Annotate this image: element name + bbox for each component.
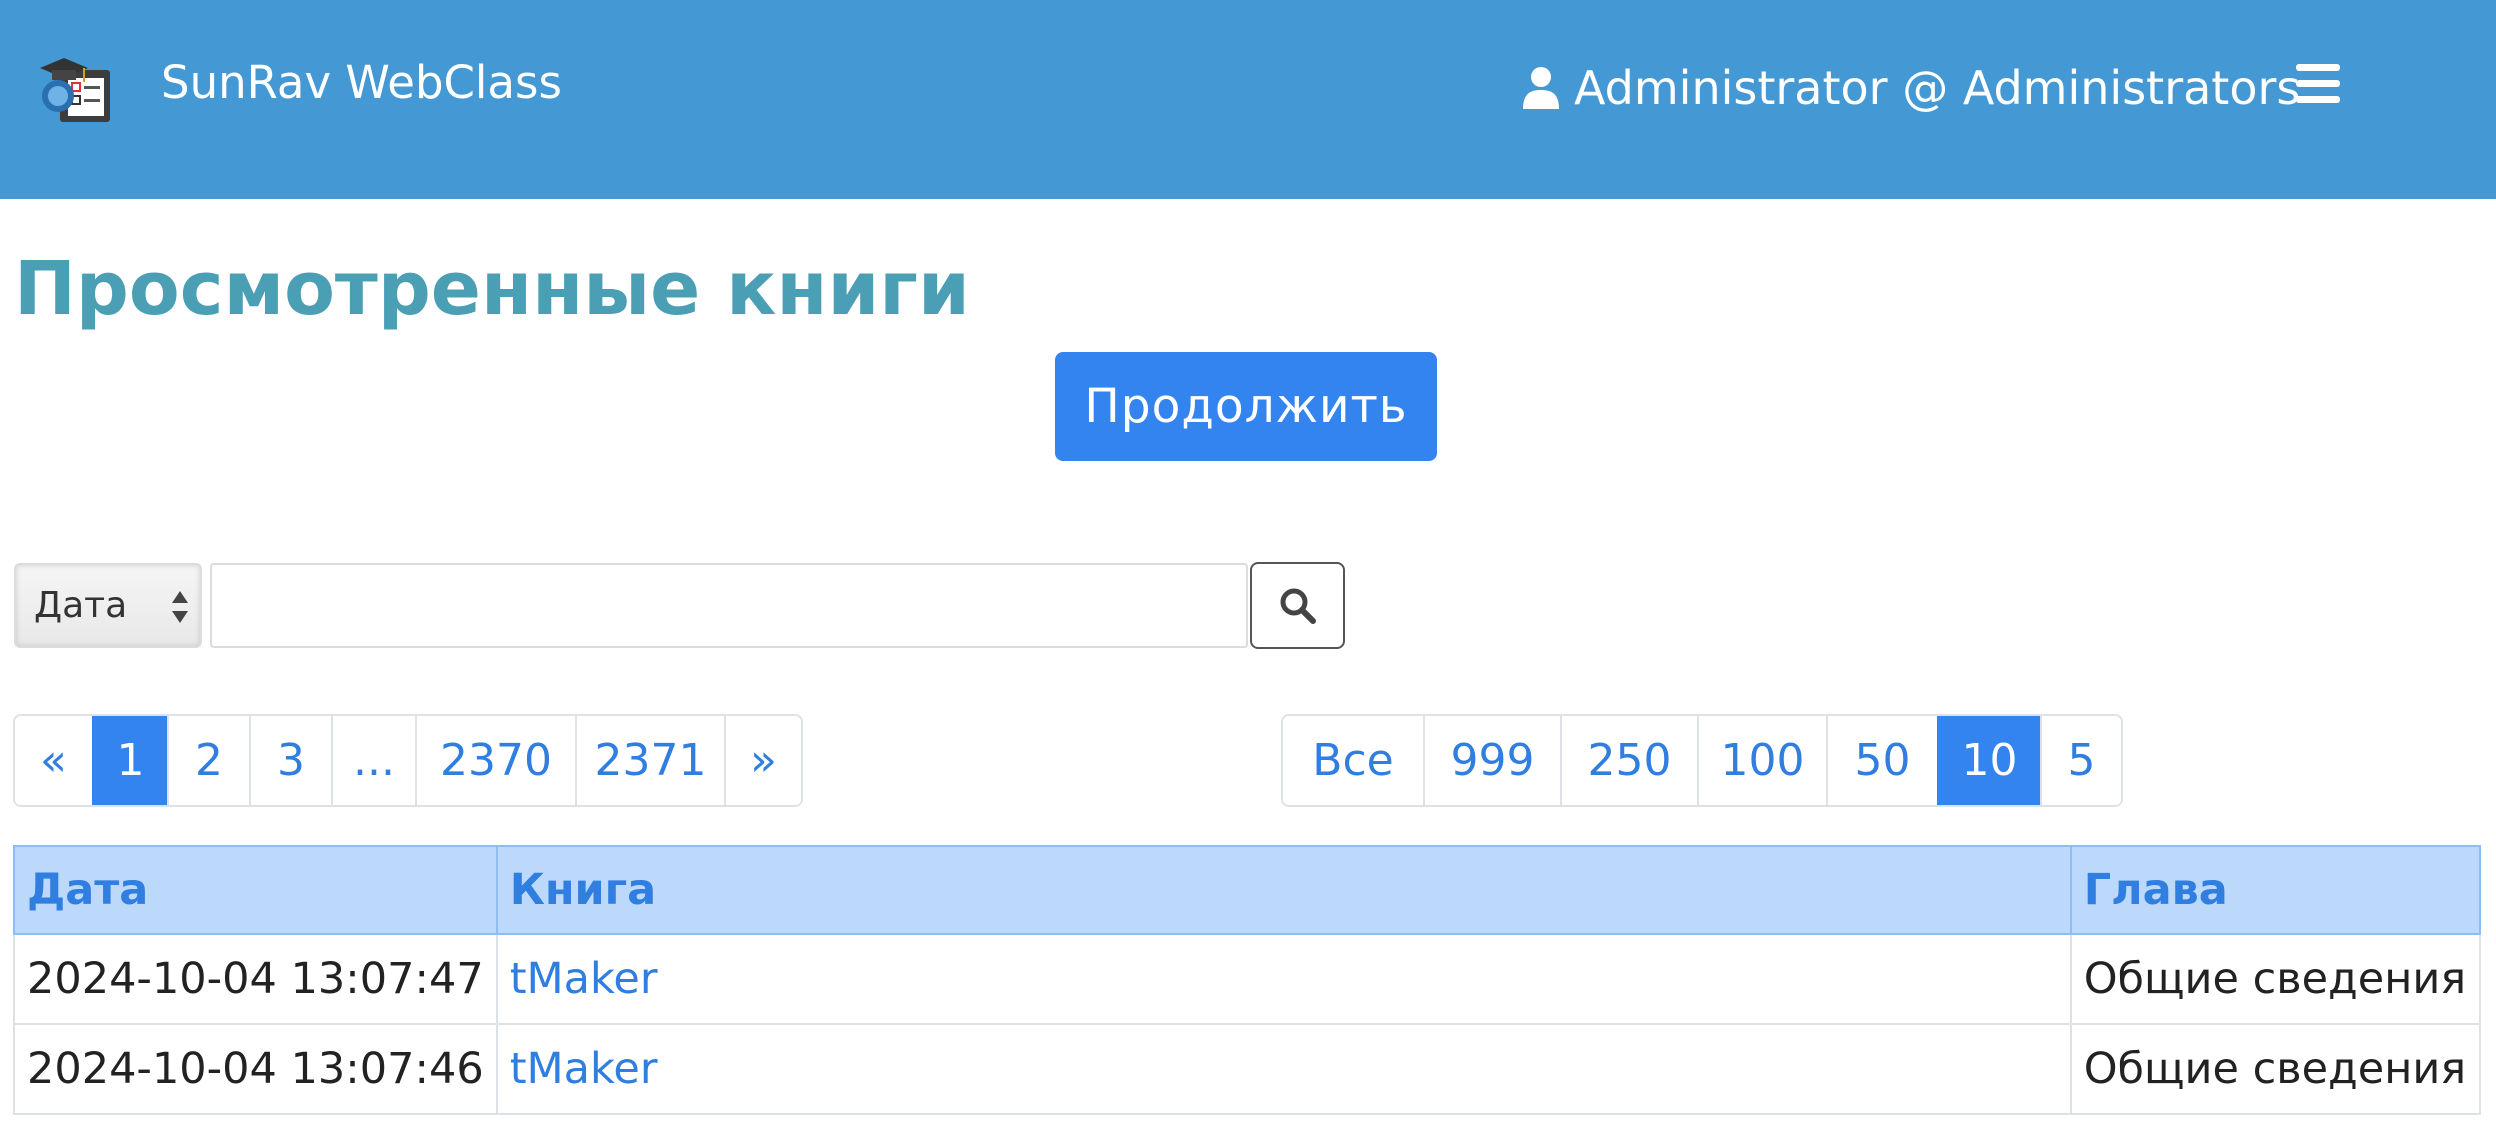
viewed-books-table: Дата Книга Глава 2024-10-04 13:07:47 tMa… [13, 845, 2482, 1115]
page-size-selector: Все 999 250 100 50 10 5 [1281, 714, 2123, 807]
page-size-all[interactable]: Все [1283, 716, 1423, 805]
page-2[interactable]: 2 [167, 716, 249, 805]
page-2371[interactable]: 2371 [575, 716, 724, 805]
cell-date: 2024-10-04 13:07:46 [13, 1023, 498, 1115]
continue-button[interactable]: Продолжить [1055, 352, 1437, 461]
user-name: Administrator @ Administrators [1574, 61, 2301, 115]
graduation-cap-monitor-logo[interactable] [38, 48, 118, 128]
column-header-chapter[interactable]: Глава [2069, 845, 2482, 935]
top-navbar: SunRav WebClass Administrator @ Administ… [0, 0, 2496, 199]
search-input[interactable] [210, 563, 1248, 648]
page-size-100[interactable]: 100 [1697, 716, 1826, 805]
cell-date: 2024-10-04 13:07:47 [13, 933, 498, 1025]
hamburger-menu-icon[interactable] [2296, 64, 2340, 104]
table-row: 2024-10-04 13:07:47 tMaker Общие сведени… [13, 933, 2482, 1025]
page-size-50[interactable]: 50 [1826, 716, 1937, 805]
page-size-999[interactable]: 999 [1423, 716, 1560, 805]
cell-chapter: Общие сведения [2069, 933, 2482, 1025]
search-field-select[interactable]: Дата [14, 563, 202, 648]
page-size-10[interactable]: 10 [1937, 716, 2040, 805]
search-icon [1280, 588, 1316, 624]
search-button[interactable] [1250, 562, 1345, 649]
column-header-date[interactable]: Дата [13, 845, 498, 935]
page-size-5[interactable]: 5 [2040, 716, 2121, 805]
page-prev[interactable]: « [15, 716, 92, 805]
brand-title[interactable]: SunRav WebClass [161, 56, 562, 110]
page-ellipsis: ... [331, 716, 415, 805]
search-field-selected: Дата [34, 585, 128, 626]
page-3[interactable]: 3 [249, 716, 331, 805]
page-next[interactable]: » [724, 716, 801, 805]
page-2370[interactable]: 2370 [415, 716, 575, 805]
cell-book-link[interactable]: tMaker [495, 1023, 2072, 1115]
table-header-row: Дата Книга Глава [13, 845, 2482, 935]
page-title: Просмотренные книги [14, 246, 970, 332]
pagination: « 1 2 3 ... 2370 2371 » [13, 714, 803, 807]
column-header-book[interactable]: Книга [495, 845, 2072, 935]
page-1[interactable]: 1 [92, 716, 167, 805]
table-row: 2024-10-04 13:07:46 tMaker Общие сведени… [13, 1023, 2482, 1115]
page-size-250[interactable]: 250 [1560, 716, 1697, 805]
cell-chapter: Общие сведения [2069, 1023, 2482, 1115]
user-icon [1523, 67, 1559, 109]
cell-book-link[interactable]: tMaker [495, 933, 2072, 1025]
select-arrows-icon [172, 591, 188, 623]
user-account[interactable]: Administrator @ Administrators [1522, 58, 2300, 118]
